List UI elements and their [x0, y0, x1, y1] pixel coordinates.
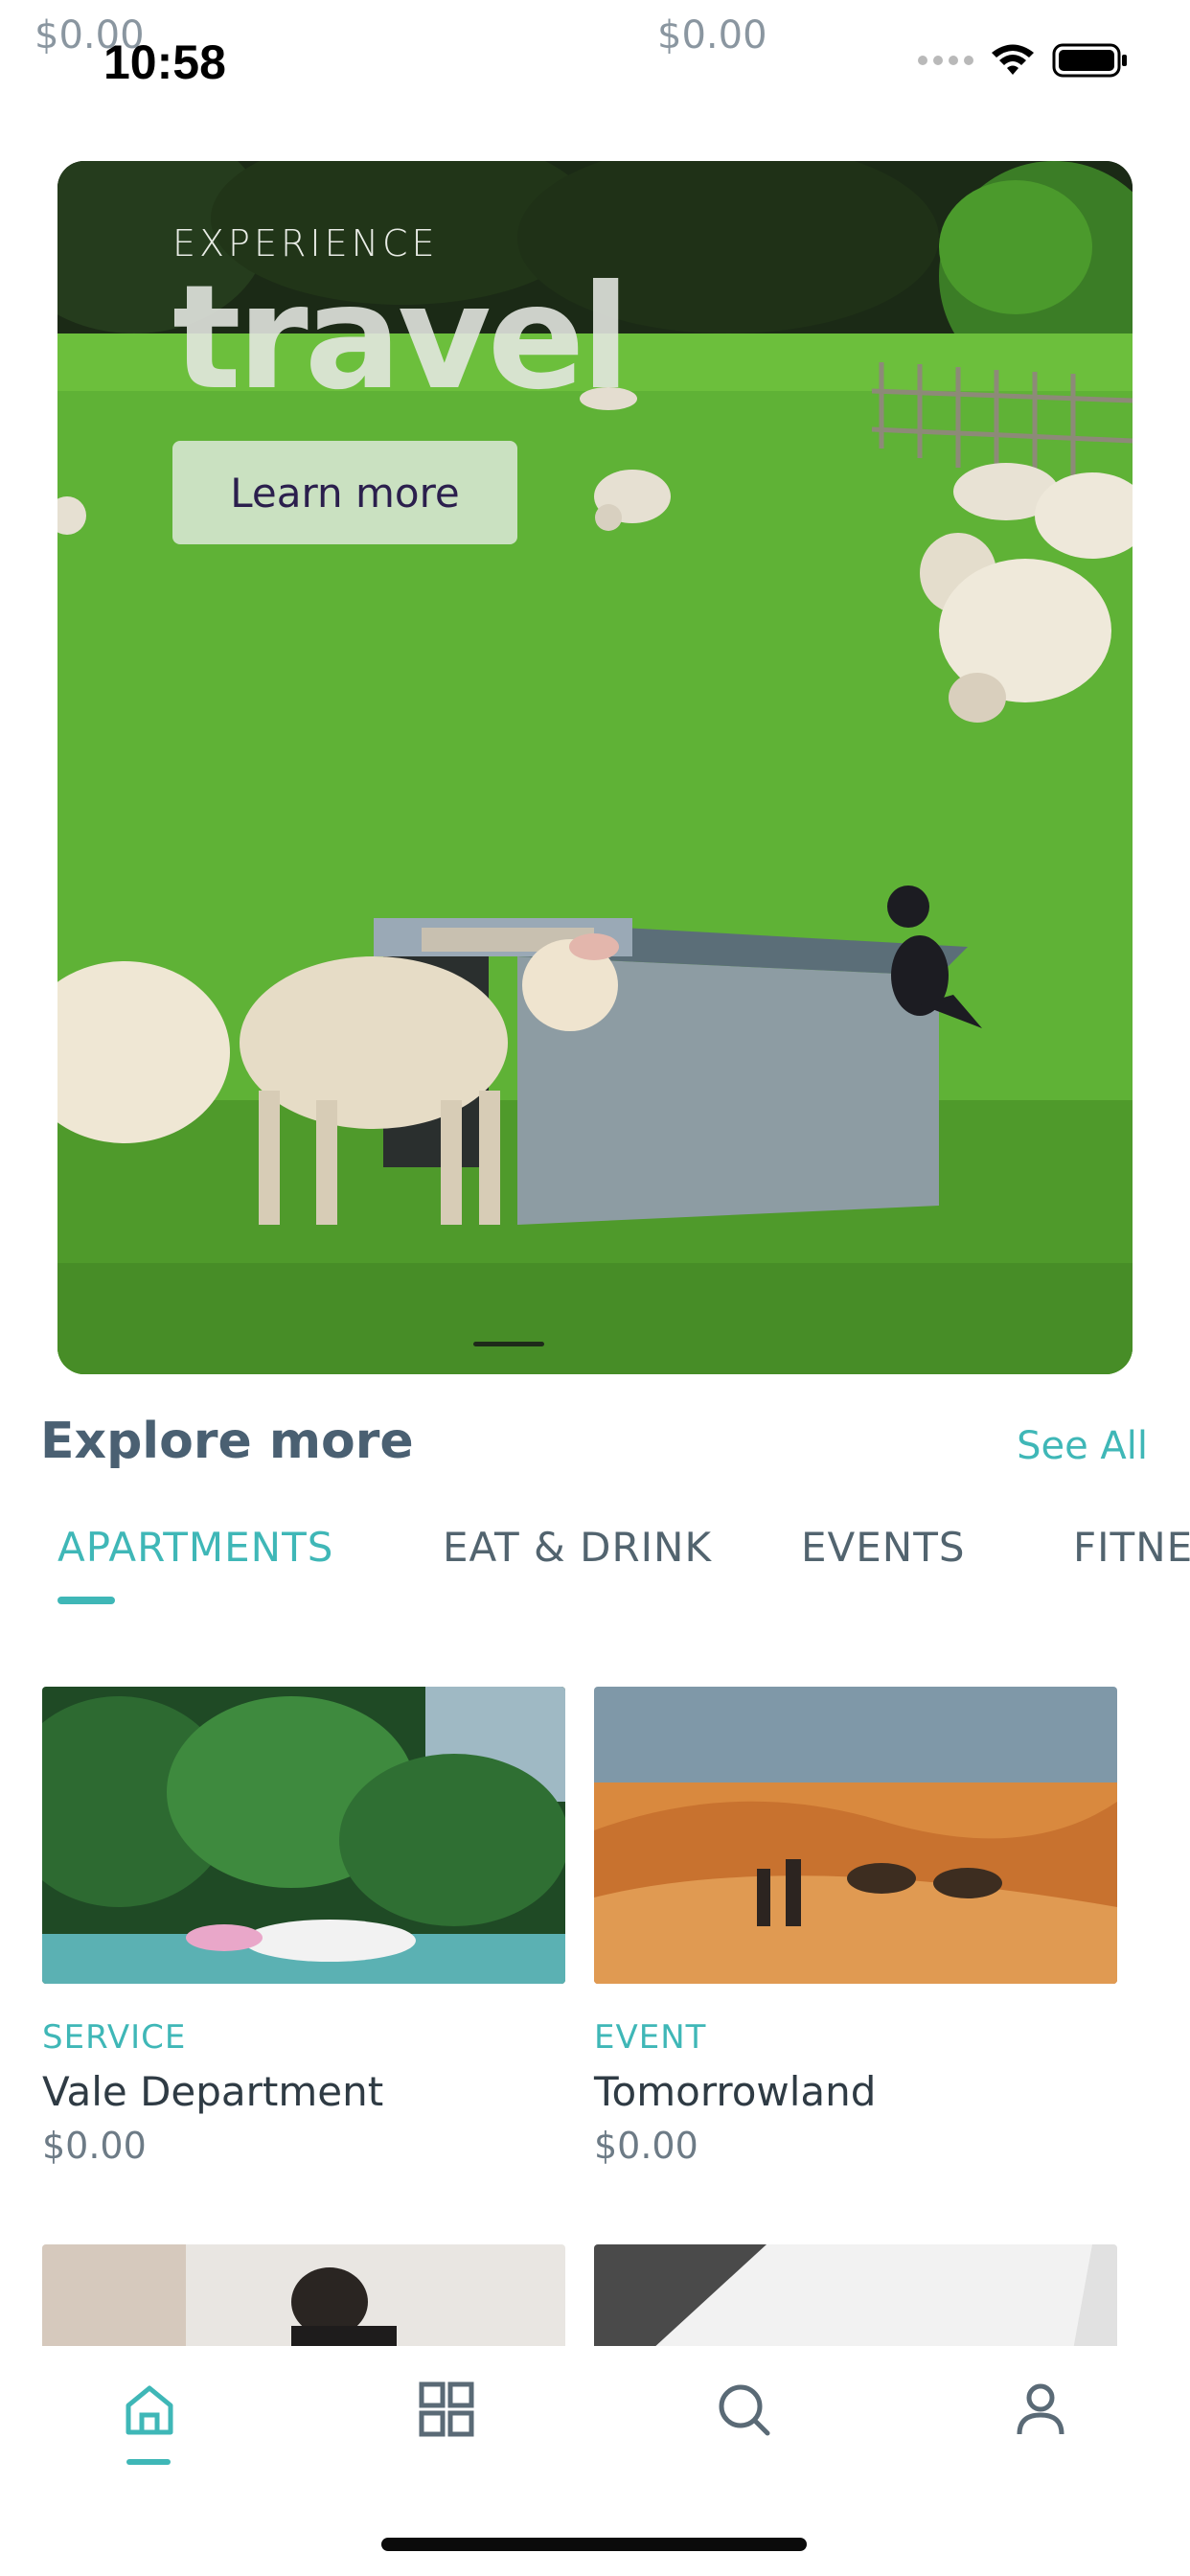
- search-icon: [719, 2384, 770, 2436]
- hero-title: travel: [172, 255, 630, 422]
- signal-icon: [918, 56, 973, 65]
- category-tabs: APARTMENTS EAT & DRINK EVENTS FITNE: [57, 1524, 1190, 1610]
- active-nav-underline: [126, 2459, 171, 2465]
- previous-card-price-right: $0.00: [657, 13, 767, 58]
- card-category: SERVICE: [42, 2018, 187, 2057]
- wifi-icon: [992, 44, 1034, 75]
- tab-apartments[interactable]: APARTMENTS: [57, 1524, 333, 1571]
- card-title: Vale Department: [42, 2068, 384, 2115]
- nav-search[interactable]: [705, 2371, 782, 2448]
- card-category: EVENT: [594, 2018, 707, 2057]
- card-price: $0.00: [42, 2125, 147, 2167]
- grid-icon: [419, 2381, 474, 2437]
- desert-photo: [594, 1687, 1117, 1984]
- status-icons: [918, 42, 1129, 79]
- pool-photo: [42, 1687, 565, 1984]
- nav-categories[interactable]: [408, 2371, 485, 2448]
- hero-banner[interactable]: EXPERIENCE travel Learn more: [57, 161, 1133, 1374]
- tab-events[interactable]: EVENTS: [801, 1524, 966, 1571]
- battery-icon: [1052, 43, 1127, 78]
- see-all-link[interactable]: See All: [1017, 1424, 1148, 1468]
- profile-icon: [1017, 2383, 1064, 2435]
- active-tab-underline: [57, 1597, 115, 1604]
- listing-card-image[interactable]: [594, 2244, 1117, 2350]
- listing-card-image[interactable]: [42, 2244, 565, 2350]
- nav-profile[interactable]: [1002, 2371, 1079, 2448]
- tab-eat-drink[interactable]: EAT & DRINK: [443, 1524, 712, 1571]
- card-title: Tomorrowland: [594, 2068, 877, 2115]
- listing-card[interactable]: EVENT Tomorrowland $0.00: [594, 1687, 1117, 2167]
- nav-home[interactable]: [111, 2371, 188, 2448]
- learn-more-button[interactable]: Learn more: [172, 441, 517, 544]
- status-time: 10:58: [103, 35, 226, 89]
- listing-card[interactable]: SERVICE Vale Department $0.00: [42, 1687, 565, 2167]
- home-indicator: [381, 2538, 807, 2551]
- carousel-page-indicator: [473, 1342, 544, 1346]
- card-price: $0.00: [594, 2125, 698, 2167]
- home-icon: [126, 2385, 173, 2435]
- section-title: Explore more: [40, 1413, 414, 1470]
- tab-fitness[interactable]: FITNE: [1073, 1524, 1190, 1571]
